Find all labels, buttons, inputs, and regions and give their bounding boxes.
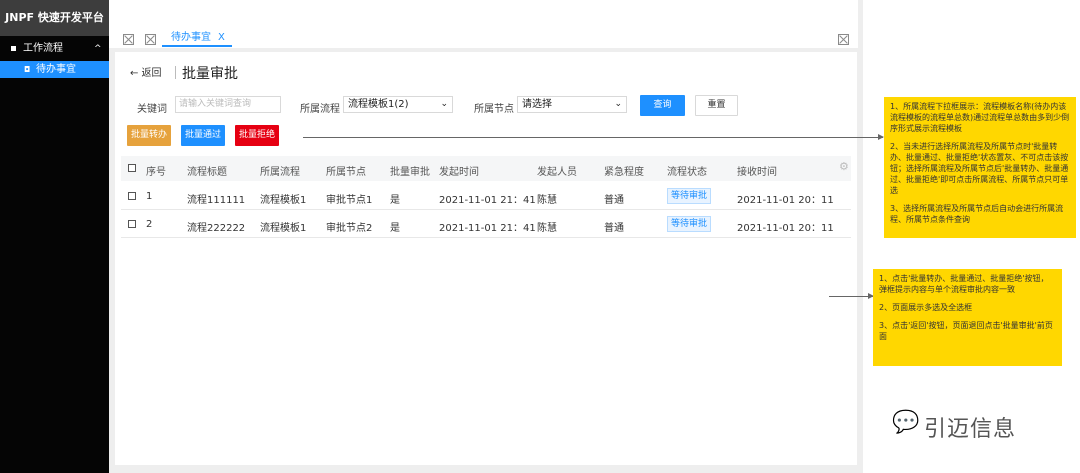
column-header: 接收时间 bbox=[737, 167, 777, 178]
cell-no: 2 bbox=[146, 219, 153, 230]
note-text: 1、点击'批量转办、批量通过、批量拒绝'按钮，弹框提示内容与单个流程审批内容一致 bbox=[879, 274, 1049, 294]
chevron-up-icon[interactable]: ^ bbox=[94, 40, 102, 58]
node-label: 所属节点 bbox=[474, 104, 514, 115]
table-row[interactable]: 1 流程111111 流程模板1 审批节点1 是 2021-11-01 21：4… bbox=[121, 182, 851, 210]
keyword-input[interactable]: 请输入关键词查询 bbox=[175, 96, 281, 113]
gear-icon[interactable]: ⚙ bbox=[839, 160, 849, 173]
column-header: 流程状态 bbox=[667, 167, 707, 178]
page-title: 批量审批 bbox=[182, 66, 238, 82]
batch-reject-button[interactable]: 批量拒绝 bbox=[235, 125, 279, 146]
status-badge: 等待审批 bbox=[667, 216, 712, 232]
row-checkbox[interactable] bbox=[128, 220, 136, 228]
content-panel: ← 返回 批量审批 关键词 请输入关键词查询 所属流程 流程模板1(2) ⌄ 所… bbox=[115, 52, 857, 465]
divider bbox=[175, 66, 176, 79]
status-badge: 等待审批 bbox=[667, 188, 712, 204]
sidebar: JNPF 快速开发平台 工作流程 ^ ◘ 待办事宜 bbox=[0, 0, 109, 473]
cell-urgency: 普通 bbox=[604, 223, 624, 234]
main-area: 待办事宜 X ← 返回 批量审批 关键词 请输入关键词查询 所属流程 流程模板1… bbox=[109, 0, 863, 473]
tab-close-icon[interactable]: X bbox=[218, 30, 225, 45]
menu-square-icon bbox=[11, 46, 16, 51]
cell-batch: 是 bbox=[390, 195, 400, 206]
cell-flow: 流程模板1 bbox=[260, 195, 307, 206]
row-checkbox[interactable] bbox=[128, 192, 136, 200]
column-header: 紧急程度 bbox=[604, 167, 644, 178]
column-header: 发起人员 bbox=[537, 167, 577, 178]
brand-title: JNPF 快速开发平台 bbox=[0, 0, 109, 36]
chevron-down-icon: ⌄ bbox=[440, 99, 448, 109]
table-header: 序号 流程标题 所属流程 所属节点 批量审批 发起时间 发起人员 紧急程度 流程… bbox=[121, 156, 851, 181]
cell-urgency: 普通 bbox=[604, 195, 624, 206]
annotation-note-2: 1、点击'批量转办、批量通过、批量拒绝'按钮，弹框提示内容与单个流程审批内容一致… bbox=[873, 269, 1062, 366]
cell-node: 审批节点1 bbox=[326, 195, 373, 206]
batch-approve-button[interactable]: 批量通过 bbox=[181, 125, 225, 146]
node-select-value: 请选择 bbox=[522, 99, 552, 110]
top-strip bbox=[109, 0, 858, 28]
flow-label: 所属流程 bbox=[300, 104, 340, 115]
column-header: 所属节点 bbox=[326, 167, 366, 178]
column-header: 发起时间 bbox=[439, 167, 479, 178]
back-button[interactable]: ← 返回 bbox=[130, 64, 162, 79]
note-text: 2、页面展示多选及全选框 bbox=[879, 303, 973, 312]
sidebar-item-todo[interactable]: ◘ 待办事宜 bbox=[0, 61, 109, 78]
sidebar-item-label: 待办事宜 bbox=[36, 64, 76, 75]
tab-label: 待办事宜 bbox=[171, 32, 211, 43]
annotation-note-1: 1、所属流程下拉框展示：流程模板名称(待办内该流程模板的流程单总数)通过流程单总… bbox=[884, 97, 1076, 238]
column-header: 批量审批 bbox=[390, 167, 430, 178]
flow-select-value: 流程模板1(2) bbox=[348, 99, 409, 110]
column-header: 序号 bbox=[146, 167, 166, 178]
sidebar-group-workflow[interactable]: 工作流程 ^ bbox=[0, 40, 109, 58]
cell-node: 审批节点2 bbox=[326, 223, 373, 234]
close-all-icon[interactable] bbox=[838, 34, 849, 45]
flow-select[interactable]: 流程模板1(2) ⌄ bbox=[343, 96, 453, 113]
select-all-checkbox[interactable] bbox=[128, 164, 136, 172]
tab-bar: 待办事宜 X bbox=[109, 28, 858, 48]
annotation-arrow bbox=[829, 293, 874, 299]
keyword-label: 关键词 bbox=[137, 104, 167, 115]
cell-start-time: 2021-11-01 21：41 bbox=[439, 195, 536, 206]
column-header: 所属流程 bbox=[260, 167, 300, 178]
chevron-down-icon: ⌄ bbox=[614, 99, 622, 109]
close-other-icon[interactable] bbox=[145, 34, 156, 45]
note-text: 3、选择所属流程及所属节点后自动会进行所属流程、所属节点条件查询 bbox=[890, 204, 1064, 224]
node-select[interactable]: 请选择 ⌄ bbox=[517, 96, 627, 113]
query-button[interactable]: 查询 bbox=[640, 95, 685, 116]
cell-initiator: 陈慧 bbox=[537, 223, 557, 234]
column-header: 流程标题 bbox=[187, 167, 227, 178]
cell-batch: 是 bbox=[390, 223, 400, 234]
batch-transfer-button[interactable]: 批量转办 bbox=[127, 125, 171, 146]
cell-title: 流程111111 bbox=[187, 195, 246, 206]
sidebar-group-label: 工作流程 bbox=[23, 43, 63, 54]
cell-start-time: 2021-11-01 21：41 bbox=[439, 223, 536, 234]
cell-flow: 流程模板1 bbox=[260, 223, 307, 234]
tab-todo[interactable]: 待办事宜 X bbox=[162, 30, 232, 47]
note-text: 1、所属流程下拉框展示：流程模板名称(待办内该流程模板的流程单总数)通过流程单总… bbox=[890, 102, 1070, 133]
watermark-text: 引迈信息 bbox=[924, 417, 1017, 442]
annotation-arrow bbox=[303, 134, 884, 140]
note-text: 3、点击'返回'按钮，页面退回点击'批量审批'前页面 bbox=[879, 321, 1053, 341]
circle-icon: ◘ bbox=[24, 65, 31, 74]
reset-button[interactable]: 重置 bbox=[695, 95, 738, 116]
wechat-icon: 💬 bbox=[892, 410, 920, 435]
table-row[interactable]: 2 流程222222 流程模板1 审批节点2 是 2021-11-01 21：4… bbox=[121, 210, 851, 238]
cell-received-time: 2021-11-01 20：11 bbox=[737, 195, 834, 206]
cell-title: 流程222222 bbox=[187, 223, 246, 234]
cell-no: 1 bbox=[146, 191, 153, 202]
note-text: 2、当未进行选择所属流程及所属节点时'批量转办、批量通过、批量拒绝'状态置灰、不… bbox=[890, 142, 1069, 195]
cell-received-time: 2021-11-01 20：11 bbox=[737, 223, 834, 234]
cell-initiator: 陈慧 bbox=[537, 195, 557, 206]
close-tabs-icon[interactable] bbox=[123, 34, 134, 45]
